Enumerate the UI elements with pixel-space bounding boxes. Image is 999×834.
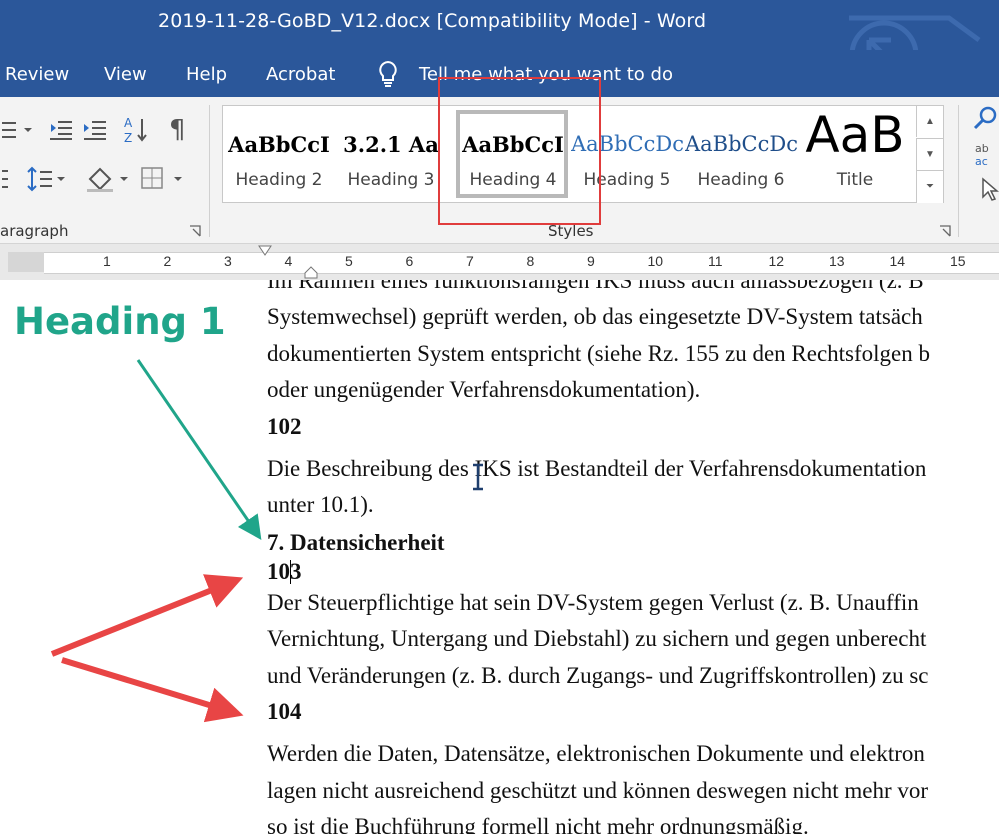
gallery-down-icon[interactable]: ▼ bbox=[916, 138, 943, 170]
body-line: so ist die Buchführung formell nicht meh… bbox=[267, 814, 809, 834]
indent-marker-icon[interactable] bbox=[258, 245, 272, 257]
style-heading-3[interactable]: 3.2.1 Aa Heading 3 bbox=[335, 106, 447, 202]
style-sample: AaBbCcDc bbox=[685, 132, 797, 156]
body-line: oder ungenügender Verfahrensdokumentatio… bbox=[267, 377, 701, 402]
ruler-margin bbox=[8, 252, 44, 272]
ruler-number: 6 bbox=[405, 253, 414, 269]
menu-view[interactable]: View bbox=[104, 64, 147, 85]
body-line: dokumentierten System entspricht (siehe … bbox=[267, 341, 931, 366]
style-sample: AaB bbox=[805, 106, 905, 164]
hanging-indent-icon[interactable] bbox=[304, 265, 318, 279]
menu-review[interactable]: Review bbox=[5, 64, 69, 85]
svg-text:A: A bbox=[124, 116, 133, 130]
select-icon[interactable] bbox=[980, 177, 999, 203]
ruler-number: 7 bbox=[466, 253, 474, 269]
find-icon[interactable] bbox=[972, 105, 999, 131]
svg-text:ac: ac bbox=[975, 155, 988, 167]
ruler-number: 13 bbox=[829, 253, 845, 269]
document-page[interactable]: Im Rahmen eines funktionsfähigen IKS mus… bbox=[0, 280, 999, 834]
body-line: Systemwechsel) geprüft werden, ob das ei… bbox=[267, 304, 923, 329]
style-name: Title bbox=[836, 170, 874, 190]
body-line: lagen nicht ausreichend geschützt und kö… bbox=[267, 778, 929, 803]
style-heading-2[interactable]: AaBbCcI Heading 2 bbox=[223, 106, 335, 202]
body-line: Werden die Daten, Datensätze, elektronis… bbox=[267, 741, 925, 766]
horizontal-ruler[interactable]: 1 2 3 4 5 6 7 8 9 10 11 12 13 14 15 bbox=[0, 244, 999, 280]
caret bbox=[290, 560, 291, 584]
sort-icon[interactable]: AZ bbox=[122, 115, 150, 145]
body-line: unter 10.1). bbox=[267, 492, 374, 517]
outdent-icon[interactable] bbox=[48, 119, 74, 141]
window-title: 2019-11-28-GoBD_V12.docx [Compatibility … bbox=[158, 10, 707, 32]
dialog-launcher-icon[interactable] bbox=[189, 225, 201, 237]
ruler-number: 10 bbox=[647, 253, 664, 269]
style-sample: 3.2.1 Aa bbox=[343, 132, 439, 157]
group-separator bbox=[958, 105, 959, 237]
paragraph-number: 103 bbox=[267, 559, 302, 584]
style-name: Heading 3 bbox=[347, 170, 435, 190]
ruler-number: 4 bbox=[284, 253, 293, 269]
shading-icon[interactable] bbox=[84, 165, 130, 193]
ruler-number: 11 bbox=[708, 253, 723, 269]
ruler-number: 1 bbox=[103, 253, 111, 269]
svg-text:Z: Z bbox=[124, 131, 132, 145]
body-line: Der Steuerpflichtige hat sein DV-System … bbox=[267, 590, 919, 615]
text-cursor-icon bbox=[473, 463, 483, 491]
lightbulb-icon[interactable] bbox=[377, 60, 399, 93]
paragraph-group-label: aragraph bbox=[0, 222, 69, 240]
ruler-number: 9 bbox=[587, 253, 595, 269]
ruler-number: 3 bbox=[224, 253, 232, 269]
body-line: Vernichtung, Untergang und Diebstahl) zu… bbox=[267, 626, 927, 651]
svg-text:ab: ab bbox=[975, 142, 989, 155]
dialog-launcher-icon[interactable] bbox=[939, 225, 951, 237]
ruler-bar bbox=[44, 252, 999, 274]
ruler-number: 8 bbox=[526, 253, 535, 269]
body-line: und Veränderungen (z. B. durch Zugangs- … bbox=[267, 663, 929, 688]
indent-icon[interactable] bbox=[82, 119, 108, 141]
style-name: Heading 2 bbox=[235, 170, 323, 190]
replace-icon[interactable]: abac bbox=[974, 141, 999, 167]
menu-acrobat[interactable]: Acrobat bbox=[266, 64, 335, 85]
annotation-heading-label: Heading 1 bbox=[14, 300, 226, 343]
style-heading-6[interactable]: AaBbCcDc Heading 6 bbox=[685, 106, 797, 202]
gallery-up-icon[interactable]: ▲ bbox=[916, 106, 943, 137]
highlight-box bbox=[438, 77, 601, 225]
pilcrow-icon[interactable]: ¶ bbox=[169, 115, 186, 145]
group-separator bbox=[209, 105, 210, 237]
borders-icon[interactable] bbox=[140, 165, 186, 193]
paragraph-number: 104 bbox=[267, 699, 302, 724]
section-heading: 7. Datensicherheit bbox=[267, 530, 445, 555]
ruler-number: 15 bbox=[950, 253, 966, 269]
list-icon[interactable] bbox=[0, 119, 36, 141]
menu-help[interactable]: Help bbox=[186, 64, 227, 85]
style-sample: AaBbCcI bbox=[228, 132, 330, 157]
line-spacing-icon[interactable] bbox=[0, 165, 66, 193]
ruler-number: 14 bbox=[889, 253, 906, 269]
style-name: Heading 6 bbox=[697, 170, 785, 190]
ruler-number: 12 bbox=[768, 253, 785, 269]
ruler-number: 2 bbox=[163, 253, 172, 269]
body-line: Die Beschreibung des IKS ist Bestandteil… bbox=[267, 456, 927, 481]
paragraph-number: 102 bbox=[267, 414, 302, 439]
gallery-more-icon[interactable]: ⏷ bbox=[916, 170, 943, 203]
style-title[interactable]: AaB Title bbox=[799, 106, 911, 202]
body-line: Im Rahmen eines funktionsfähigen IKS mus… bbox=[267, 280, 924, 293]
ruler-number: 5 bbox=[345, 253, 353, 269]
